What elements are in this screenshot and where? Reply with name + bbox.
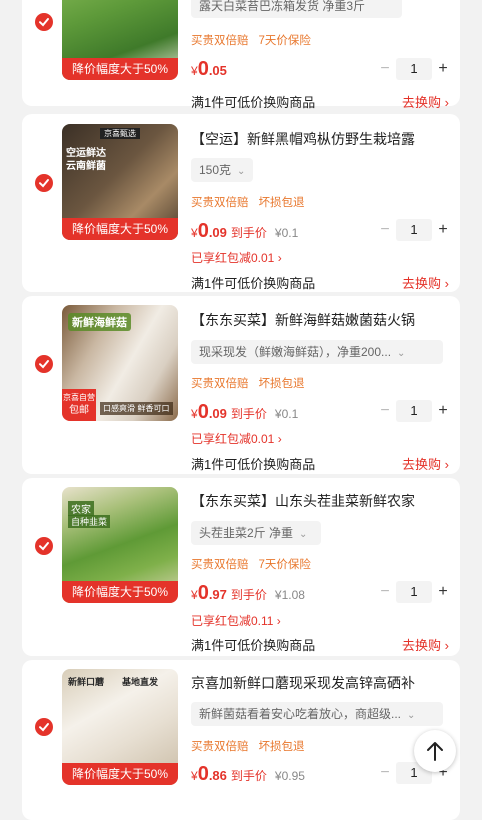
- swap-offer: 满1件可低价换购商品 去换购 ›: [191, 92, 449, 111]
- swap-link[interactable]: 去换购 ›: [402, 92, 449, 111]
- service-tags: 买贵双倍赔 7天价保险: [191, 559, 311, 571]
- price: ¥0.09 到手价 ¥0.1: [191, 401, 299, 423]
- product-title[interactable]: 京喜加新鲜口蘑现采现发高锌高硒补: [191, 673, 451, 693]
- increase-button[interactable]: +: [436, 60, 450, 78]
- select-checkbox[interactable]: [35, 537, 53, 555]
- quantity-input[interactable]: 1: [396, 400, 432, 422]
- select-checkbox[interactable]: [35, 13, 53, 31]
- decrease-button[interactable]: −: [378, 60, 392, 78]
- select-checkbox[interactable]: [35, 718, 53, 736]
- checkmark-icon: [39, 18, 49, 27]
- discount-banner: 降价幅度大于50%: [62, 763, 178, 785]
- spec-selector[interactable]: 新鲜菌菇看着安心吃着放心，商超级... ⌄: [191, 702, 443, 726]
- checkmark-icon: [39, 179, 49, 188]
- chevron-down-icon: ⌄: [237, 166, 246, 177]
- checkmark-icon: [39, 360, 49, 369]
- thumb-label: 基地直发: [122, 678, 159, 688]
- red-packet-discount[interactable]: 已享红包减0.11 ›: [191, 612, 281, 629]
- service-tags: 买贵双倍赔 坏损包退: [191, 197, 305, 209]
- back-to-top-button[interactable]: [414, 730, 456, 772]
- swap-link[interactable]: 去换购 ›: [402, 273, 449, 292]
- quantity-stepper[interactable]: −1 +: [378, 399, 450, 423]
- thumb-top-label: 京喜甄选: [100, 128, 140, 139]
- quantity-stepper[interactable]: −1 +: [378, 218, 450, 242]
- product-image[interactable]: 新鲜海鲜菇 京喜自营 包邮 口感爽滑 鲜香可口: [62, 305, 178, 421]
- quantity-input[interactable]: 1: [396, 58, 432, 80]
- price: ¥0.97 到手价 ¥1.08: [191, 582, 305, 604]
- increase-button[interactable]: +: [436, 583, 450, 601]
- thumb-label: 自种韭菜: [68, 515, 111, 528]
- product-image[interactable]: 新鲜口蘑 基地直发 降价幅度大于50%: [62, 669, 178, 785]
- chevron-down-icon: ⌄: [407, 710, 416, 721]
- swap-offer: 满1件可低价换购商品 去换购 ›: [191, 273, 449, 292]
- swap-offer: 满1件可低价换购商品 去换购 ›: [191, 635, 449, 654]
- service-tags: 买贵双倍赔 坏损包退: [191, 741, 305, 753]
- spec-selector[interactable]: 露天白菜苔巴冻箱发货 净重3斤: [191, 0, 402, 18]
- quantity-input[interactable]: 1: [396, 219, 432, 241]
- arrow-up-icon: [427, 742, 443, 761]
- decrease-button[interactable]: −: [378, 402, 392, 420]
- price: ¥0.86 到手价 ¥0.95: [191, 763, 305, 785]
- price: ¥0.09 到手价 ¥0.1: [191, 220, 299, 242]
- service-tags: 买贵双倍赔 坏损包退: [191, 378, 305, 390]
- product-image[interactable]: 京喜甄选 空运鲜达 云南鲜菌 降价幅度大于50%: [62, 124, 178, 240]
- spec-selector[interactable]: 现采现发（鲜嫩海鲜菇），净重200... ⌄: [191, 340, 443, 364]
- spec-selector[interactable]: 头茬韭菜2斤 净重 ⌄: [191, 521, 321, 545]
- thumb-footer: 口感爽滑 鲜香可口: [100, 402, 173, 415]
- chevron-down-icon: ⌄: [299, 529, 308, 540]
- checkmark-icon: [39, 723, 49, 732]
- thumb-label: 新鲜口蘑: [68, 678, 105, 688]
- thumb-label: 云南鲜菌: [66, 161, 106, 172]
- decrease-button[interactable]: −: [378, 583, 392, 601]
- increase-button[interactable]: +: [436, 221, 450, 239]
- swap-link[interactable]: 去换购 ›: [402, 635, 449, 654]
- decrease-button[interactable]: −: [378, 764, 392, 782]
- price: ¥0.05: [191, 58, 227, 80]
- product-image[interactable]: 降价幅度大于50%: [62, 0, 178, 80]
- increase-button[interactable]: +: [436, 402, 450, 420]
- product-title[interactable]: 【东东买菜】山东头茬韭菜新鲜农家: [191, 491, 451, 511]
- swap-link[interactable]: 去换购 ›: [402, 454, 449, 473]
- swap-offer: 满1件可低价换购商品 去换购 ›: [191, 454, 449, 473]
- discount-banner: 降价幅度大于50%: [62, 218, 178, 240]
- quantity-stepper[interactable]: −1 +: [378, 57, 450, 81]
- red-packet-discount[interactable]: 已享红包减0.01 ›: [191, 249, 282, 266]
- service-tags: 买贵双倍赔 7天价保险: [191, 35, 311, 47]
- decrease-button[interactable]: −: [378, 221, 392, 239]
- discount-banner: 降价幅度大于50%: [62, 58, 178, 80]
- checkmark-icon: [39, 542, 49, 551]
- discount-banner: 降价幅度大于50%: [62, 581, 178, 603]
- product-title[interactable]: 【东东买菜】新鲜海鲜菇嫩菌菇火锅: [191, 310, 451, 330]
- select-checkbox[interactable]: [35, 174, 53, 192]
- select-checkbox[interactable]: [35, 355, 53, 373]
- product-image[interactable]: 农家 自种韭菜 降价幅度大于50%: [62, 487, 178, 603]
- chevron-down-icon: ⌄: [397, 348, 406, 359]
- thumb-label: 农家: [68, 501, 94, 516]
- spec-selector[interactable]: 150克 ⌄: [191, 158, 253, 182]
- red-packet-discount[interactable]: 已享红包减0.01 ›: [191, 430, 282, 447]
- thumb-badge: 京喜自营 包邮: [62, 389, 96, 421]
- quantity-stepper[interactable]: −1 +: [378, 580, 450, 604]
- quantity-input[interactable]: 1: [396, 581, 432, 603]
- product-title[interactable]: 【空运】新鲜黑帽鸡枞仿野生栽培露: [191, 129, 451, 149]
- thumb-label: 新鲜海鲜菇: [68, 313, 131, 331]
